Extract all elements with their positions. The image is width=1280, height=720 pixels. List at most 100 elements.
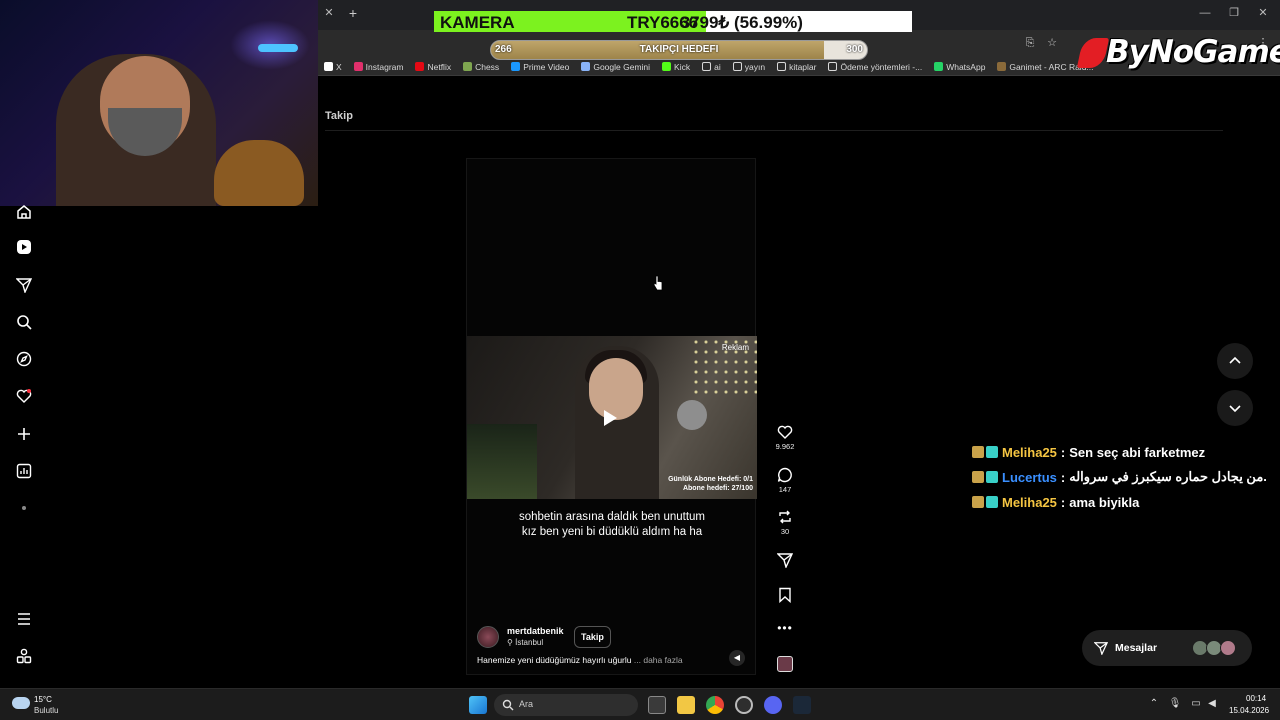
chat-text: Sen seç abi farketmez: [1069, 444, 1206, 460]
audio-thumbnail[interactable]: [777, 656, 793, 672]
bookmark-item[interactable]: Kick: [656, 58, 696, 75]
author-location[interactable]: ⚲ İstanbul: [507, 638, 543, 647]
windows-start-icon[interactable]: [469, 696, 487, 714]
dashboard-icon[interactable]: [14, 461, 34, 481]
windows-taskbar: 15°C Bulutlu Ara ⌃ 🎙 ▭ ◀ 00:14 15.04.202…: [0, 688, 1280, 720]
mute-icon[interactable]: ◀: [729, 650, 745, 666]
share-icon: [777, 553, 793, 568]
comment-count: 147: [778, 485, 792, 494]
repost-count: 30: [780, 527, 790, 536]
next-reel-button[interactable]: [1217, 390, 1253, 426]
like-count: 9.962: [775, 442, 795, 451]
chat-message: Meliha25: ama biyikla: [972, 490, 1280, 514]
bookmark-item[interactable]: yayın: [727, 58, 771, 75]
clock-time[interactable]: 00:14: [1246, 694, 1266, 703]
stream-chat-overlay: Meliha25: Sen seç abi farketmez Lucertus: م…: [972, 440, 1280, 515]
follower-goal-bar: 266 TAKIPÇI HEDEFI 300: [490, 40, 868, 60]
cloud-weather-icon[interactable]: [12, 697, 30, 709]
bookmark-item[interactable]: kitaplar: [771, 58, 822, 75]
share-button[interactable]: [772, 552, 798, 568]
chat-badge-icon: [972, 496, 984, 508]
bookmark-item[interactable]: X: [318, 58, 348, 75]
bookmark-item[interactable]: Netflix: [409, 58, 457, 75]
microphone-icon[interactable]: 🎙: [1168, 697, 1182, 711]
more-link[interactable]: ... daha fazla: [634, 655, 683, 665]
discord-icon[interactable]: [764, 696, 782, 714]
ganimet-icon: [997, 62, 1007, 71]
play-icon[interactable]: [604, 410, 617, 426]
weather-description[interactable]: Bulutlu: [34, 706, 58, 715]
obs-icon[interactable]: [735, 696, 753, 714]
direct-send-icon[interactable]: [14, 275, 34, 295]
webcam-overlay: [0, 0, 318, 206]
gemini-icon: [581, 62, 591, 71]
previous-reel-button[interactable]: [1217, 343, 1253, 379]
donation-goal-widget: KAMERA 3799₺ (56.99%) TRY6666: [434, 11, 912, 32]
follow-button[interactable]: Takip: [574, 626, 611, 648]
author-avatar[interactable]: [477, 626, 499, 648]
folder-icon: [777, 62, 787, 71]
steam-icon[interactable]: [793, 696, 811, 714]
prime-video-icon: [511, 62, 521, 71]
minimize-icon[interactable]: —: [1196, 6, 1214, 20]
bookmark-item[interactable]: Prime Video: [505, 58, 575, 75]
clock-date[interactable]: 15.04.2026: [1229, 706, 1269, 715]
close-window-icon[interactable]: ✕: [1254, 6, 1272, 20]
whatsapp-icon: [934, 62, 944, 71]
task-view-icon[interactable]: [648, 696, 666, 714]
volume-icon[interactable]: ◀: [1205, 697, 1219, 711]
instagram-icon: [353, 62, 363, 71]
more-options-icon[interactable]: •••: [772, 621, 798, 635]
tab-close-icon[interactable]: ✕: [322, 6, 336, 20]
chrome-icon[interactable]: [706, 696, 724, 714]
repost-button[interactable]: 30: [772, 509, 798, 536]
bookmark-item[interactable]: Google Gemini: [575, 58, 656, 75]
explore-compass-icon[interactable]: [14, 349, 34, 369]
reel-post[interactable]: Reklam Günlük Abone Hedefi: 0/1 Abone he…: [466, 158, 757, 675]
chat-badge-icon: [972, 446, 984, 458]
reels-icon[interactable]: [14, 237, 34, 257]
chat-message: Meliha25: Sen seç abi farketmez: [972, 440, 1280, 464]
chat-text: من يجادل حماره سيكبرز في سرواله.: [1069, 469, 1267, 484]
reel-caption: sohbetin arasına daldık ben unuttum kız …: [518, 511, 706, 538]
taskbar-search[interactable]: Ara: [494, 694, 638, 716]
also-from-meta-icon[interactable]: [14, 646, 34, 666]
bookmark-item[interactable]: Chess: [457, 58, 505, 75]
like-button[interactable]: 9.962: [772, 424, 798, 451]
file-explorer-icon[interactable]: [677, 696, 695, 714]
save-button[interactable]: [772, 587, 798, 603]
donation-goal-amount: 3799₺ (56.99%): [680, 12, 803, 32]
restore-icon[interactable]: ❐: [1225, 6, 1243, 20]
donation-goal-label: KAMERA: [440, 12, 515, 32]
bookmark-item[interactable]: ai: [696, 58, 727, 75]
tray-overflow-icon[interactable]: ⌃: [1147, 697, 1161, 711]
network-icon[interactable]: ▭: [1189, 697, 1203, 711]
create-plus-icon[interactable]: [14, 424, 34, 444]
netflix-icon: [415, 62, 425, 71]
notifications-heart-icon[interactable]: [14, 386, 34, 406]
bookmark-item[interactable]: Instagram: [348, 58, 410, 75]
new-tab-icon[interactable]: +: [346, 5, 360, 21]
comment-button[interactable]: 147: [772, 467, 798, 494]
chat-message: Lucertus: من يجادل حماره سيكبرز في سرواله…: [972, 465, 1280, 489]
teddy-bear: [214, 140, 304, 206]
install-app-icon[interactable]: ⎘: [1023, 36, 1037, 50]
chat-badge-icon: [972, 471, 984, 483]
bookmark-item[interactable]: Ödeme yöntemleri -...: [822, 58, 928, 75]
home-icon[interactable]: [14, 202, 34, 222]
reel-video-chat-overlay: [467, 424, 537, 499]
search-icon[interactable]: [14, 312, 34, 332]
bookmark-star-icon[interactable]: ☆: [1045, 36, 1059, 50]
page-title[interactable]: Takip: [325, 110, 353, 122]
repost-icon: [779, 510, 791, 524]
author-username[interactable]: mertdatbenik: [507, 626, 564, 636]
bookmark-icon: [779, 587, 791, 603]
reel-video[interactable]: Reklam Günlük Abone Hedefi: 0/1 Abone he…: [467, 336, 757, 499]
bookmark-item[interactable]: WhatsApp: [928, 58, 991, 75]
weather-temperature[interactable]: 15°C: [34, 695, 52, 704]
messages-label: Mesajlar: [1115, 642, 1158, 654]
messages-button[interactable]: Mesajlar: [1082, 630, 1252, 666]
profile-icon[interactable]: [14, 498, 34, 518]
screen: ✕ + — ❐ ✕ ⎘ ☆ ⋮ X Instagram Netflix Chess Pr…: [0, 0, 1280, 720]
more-menu-icon[interactable]: [14, 609, 34, 629]
